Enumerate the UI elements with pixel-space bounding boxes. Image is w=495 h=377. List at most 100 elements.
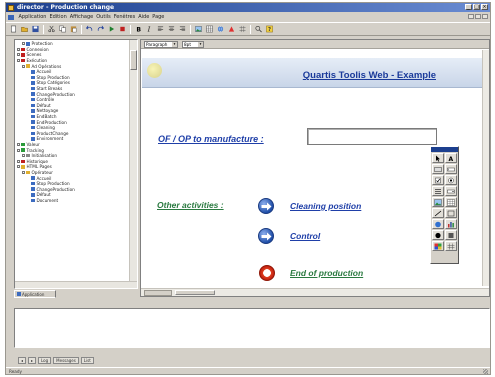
button-icon[interactable] bbox=[432, 164, 444, 174]
tab-application[interactable]: Application bbox=[14, 290, 56, 298]
arrow-right-icon[interactable] bbox=[258, 198, 274, 214]
banner-title: Quartis Toolis Web - Example bbox=[302, 70, 436, 81]
help-icon[interactable]: ? bbox=[265, 25, 274, 34]
tree-item[interactable]: Document bbox=[17, 198, 129, 204]
checkbox-icon[interactable] bbox=[432, 175, 444, 185]
lifebuoy-icon[interactable] bbox=[259, 265, 275, 281]
tree-vertical-scrollbar[interactable] bbox=[129, 40, 137, 282]
tree-item-label: Scenes bbox=[26, 52, 42, 58]
output-panel[interactable] bbox=[14, 308, 490, 348]
doc-minimize-button[interactable] bbox=[468, 14, 474, 19]
table-icon[interactable] bbox=[445, 197, 457, 207]
expand-toggle-icon[interactable]: - bbox=[17, 159, 20, 163]
doc-restore-button[interactable] bbox=[475, 14, 481, 19]
pointer-icon[interactable] bbox=[432, 153, 444, 163]
scrollbar-thumb[interactable] bbox=[175, 290, 215, 295]
menu-application[interactable]: Application bbox=[17, 14, 48, 20]
expand-toggle-icon[interactable]: - bbox=[22, 154, 25, 158]
text-icon[interactable]: A bbox=[445, 153, 457, 163]
image-icon[interactable] bbox=[194, 25, 203, 34]
of-op-input[interactable] bbox=[307, 128, 437, 145]
tab-list[interactable]: List bbox=[80, 357, 94, 364]
stop-icon[interactable] bbox=[118, 25, 127, 34]
color-icon[interactable] bbox=[432, 241, 444, 251]
square-icon[interactable] bbox=[445, 230, 457, 240]
scrollbar-thumb[interactable] bbox=[130, 50, 137, 70]
svg-text:A: A bbox=[449, 156, 454, 162]
circle-icon[interactable] bbox=[432, 230, 444, 240]
project-tree: - Protection - Connexion - Scenes - Exécution - A… bbox=[15, 40, 129, 282]
window-title: director - Production change bbox=[17, 4, 115, 11]
expand-toggle-icon[interactable]: - bbox=[17, 53, 20, 57]
editor-horizontal-scrollbar[interactable] bbox=[141, 288, 489, 296]
grid-icon[interactable] bbox=[238, 25, 247, 34]
zoom-icon[interactable] bbox=[254, 25, 263, 34]
radio-icon[interactable] bbox=[445, 175, 457, 185]
paste-icon[interactable] bbox=[69, 25, 78, 34]
input-icon[interactable] bbox=[445, 164, 457, 174]
control-link[interactable]: Control bbox=[290, 231, 320, 241]
align-center-icon[interactable] bbox=[167, 25, 176, 34]
redo-icon[interactable] bbox=[96, 25, 105, 34]
page-icon bbox=[31, 176, 35, 180]
table-icon[interactable] bbox=[205, 25, 214, 34]
maximize-button[interactable]: □ bbox=[473, 4, 480, 10]
view-tab[interactable] bbox=[144, 289, 172, 296]
paragraph-style-select[interactable]: Paragraph ▾ bbox=[144, 40, 178, 48]
frame-icon[interactable] bbox=[445, 208, 457, 218]
editor-vertical-scrollbar[interactable] bbox=[482, 50, 489, 286]
item-icon bbox=[21, 159, 25, 164]
menu-page[interactable]: Page bbox=[151, 14, 166, 20]
chevron-right-icon[interactable]: ▸ bbox=[28, 357, 36, 364]
font-size-select[interactable]: 8pt ▾ bbox=[182, 40, 204, 48]
copy-icon[interactable] bbox=[58, 25, 67, 34]
document-icon[interactable] bbox=[8, 14, 14, 20]
page-icon bbox=[31, 193, 35, 197]
bold-icon[interactable]: B bbox=[134, 25, 143, 34]
menu-edition[interactable]: Edition bbox=[48, 14, 68, 20]
close-button[interactable]: × bbox=[481, 4, 488, 10]
cleaning-position-link[interactable]: Cleaning position bbox=[290, 201, 361, 211]
new-icon[interactable] bbox=[9, 25, 18, 34]
menu-aide[interactable]: Aide bbox=[137, 14, 151, 20]
color-icon[interactable] bbox=[227, 25, 236, 34]
align-left-icon[interactable] bbox=[156, 25, 165, 34]
chart-icon[interactable] bbox=[445, 219, 457, 229]
expand-toggle-icon[interactable]: - bbox=[22, 42, 25, 46]
menu-outils[interactable]: Outils bbox=[95, 14, 112, 20]
menu-fenetres[interactable]: Fenêtres bbox=[112, 14, 137, 20]
save-icon[interactable] bbox=[31, 25, 40, 34]
expand-toggle-icon[interactable]: - bbox=[17, 59, 20, 63]
align-right-icon[interactable] bbox=[178, 25, 187, 34]
tab-log[interactable]: Log bbox=[38, 357, 52, 364]
resize-grip-icon[interactable] bbox=[483, 369, 488, 374]
expand-toggle-icon[interactable]: - bbox=[22, 64, 25, 68]
arrow-right-icon[interactable] bbox=[258, 228, 274, 244]
paragraph-style-value: Paragraph bbox=[146, 41, 168, 47]
page-icon bbox=[31, 97, 35, 102]
tree-horizontal-scrollbar[interactable] bbox=[15, 281, 137, 288]
end-of-production-link[interactable]: End of production bbox=[290, 268, 363, 278]
expand-toggle-icon[interactable]: - bbox=[17, 47, 20, 51]
grid-icon[interactable] bbox=[445, 241, 457, 251]
undo-icon[interactable] bbox=[85, 25, 94, 34]
expand-toggle-icon[interactable]: - bbox=[17, 165, 20, 169]
menu-affichage[interactable]: Affichage bbox=[68, 14, 95, 20]
combo-icon[interactable] bbox=[445, 186, 457, 196]
expand-toggle-icon[interactable]: - bbox=[22, 170, 25, 174]
expand-toggle-icon[interactable]: - bbox=[17, 142, 20, 146]
minimize-button[interactable]: _ bbox=[465, 4, 472, 10]
open-icon[interactable] bbox=[20, 25, 29, 34]
link-icon[interactable] bbox=[432, 219, 444, 229]
list-icon[interactable] bbox=[432, 186, 444, 196]
doc-close-button[interactable] bbox=[482, 14, 488, 19]
italic-icon[interactable]: I bbox=[145, 25, 154, 34]
link-icon[interactable] bbox=[216, 25, 225, 34]
cut-icon[interactable] bbox=[47, 25, 56, 34]
play-icon[interactable] bbox=[107, 25, 116, 34]
expand-toggle-icon[interactable]: - bbox=[17, 148, 20, 152]
image-icon[interactable] bbox=[432, 197, 444, 207]
line-icon[interactable] bbox=[432, 208, 444, 218]
tab-messages[interactable]: Messages bbox=[53, 357, 79, 364]
chevron-left-icon[interactable]: ◂ bbox=[18, 357, 26, 364]
